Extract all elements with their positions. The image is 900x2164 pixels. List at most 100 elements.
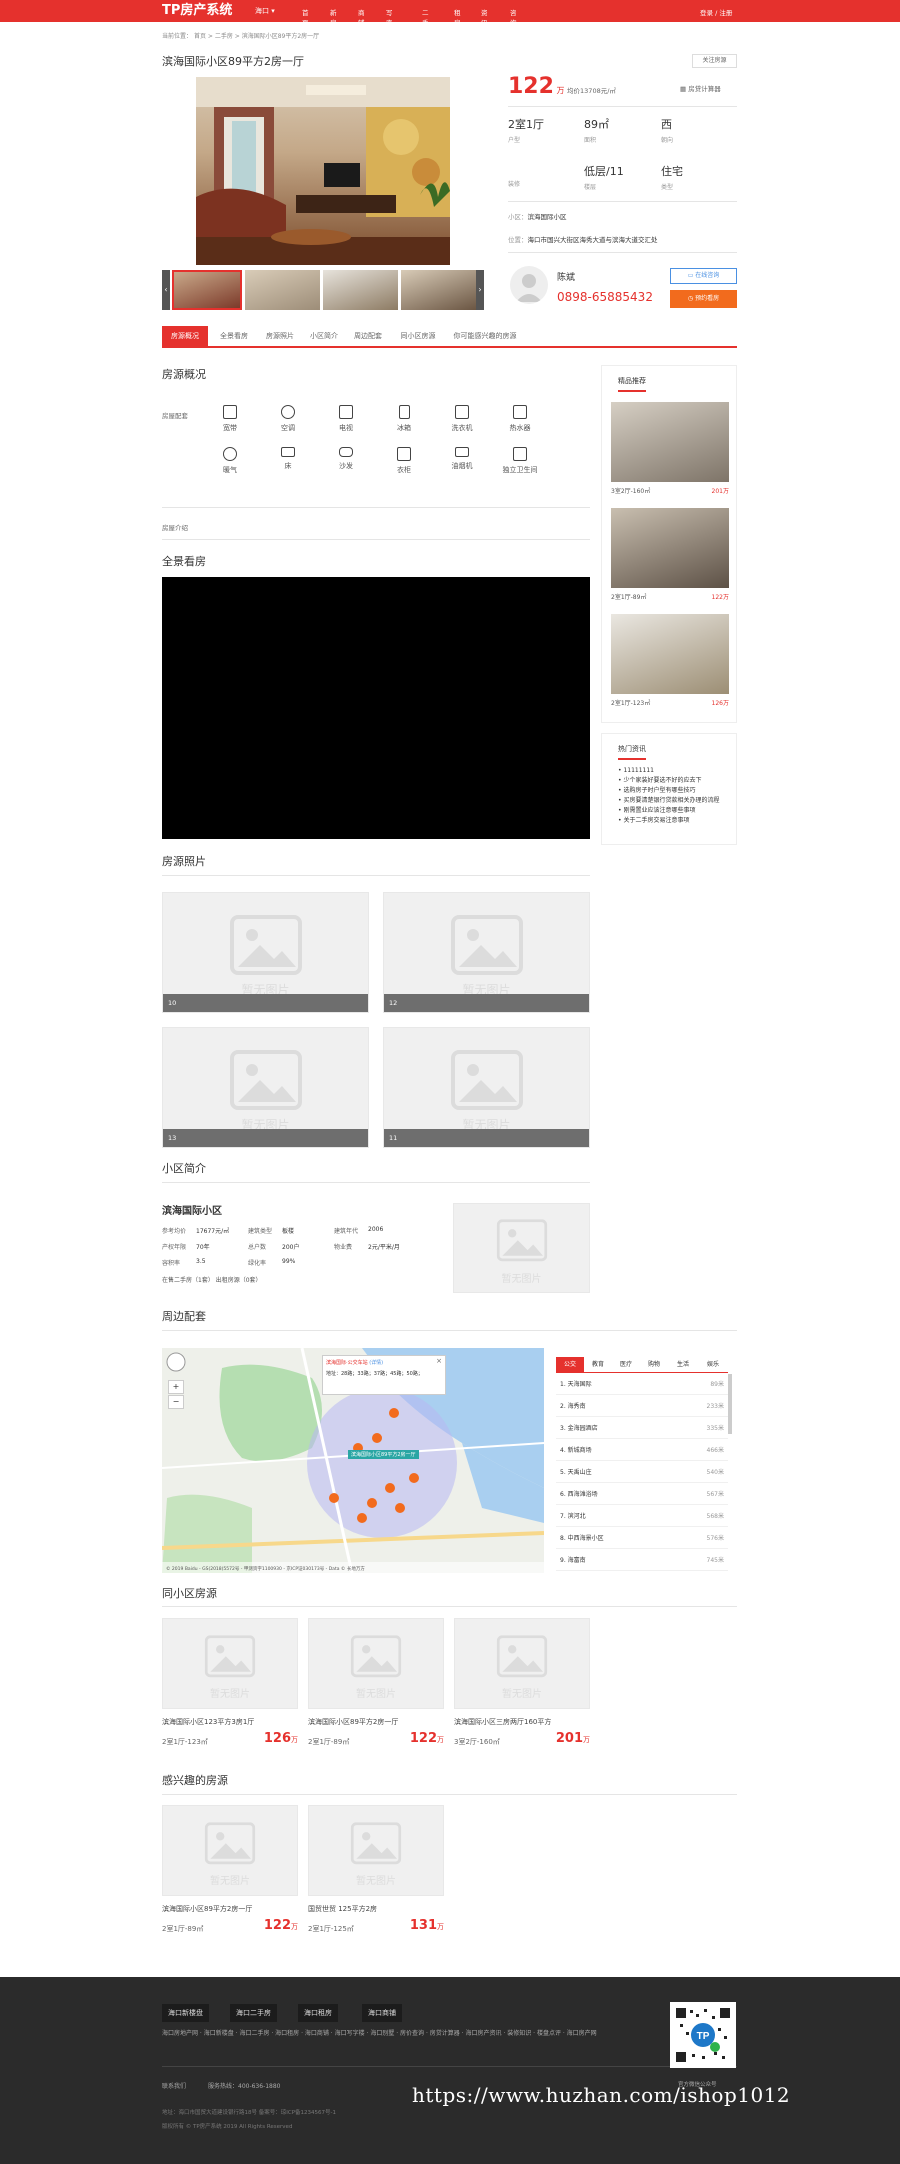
list-item[interactable]: 5. 天禹山庄 540米 [556,1462,728,1483]
recommend-item[interactable]: 3室2厅-160㎡ 201万 [611,402,729,498]
watermark-text: https://www.huzhan.com/ishop1012 [412,2083,791,2107]
map-popup-detail-link[interactable]: (详情) [369,1360,383,1366]
listing-sub: 2室1厅-123㎡ [162,1738,208,1746]
footer-tab-shop[interactable]: 海口商铺 [362,2004,402,2022]
map-tab-medical[interactable]: 医疗 [612,1357,640,1373]
footer-tab-second[interactable]: 海口二手房 [230,2004,277,2022]
listing-card[interactable]: 暂无图片 滨海国际小区123平方3房1厅 2室1厅-123㎡ 126万 [162,1618,298,1751]
thumb-prev-button[interactable]: ‹ [162,270,170,310]
login-link[interactable]: 登录 / 注册 [700,7,732,17]
nav-item-second[interactable]: 二手房 [422,7,429,37]
news-item[interactable]: • 选购房子时户型有哪些技巧 [618,786,734,796]
listing-photo: 暂无图片 [454,1618,590,1709]
tab-panorama[interactable]: 全景看房 [212,326,256,346]
nav-item-news[interactable]: 资讯 [481,7,488,27]
footer-tab-new[interactable]: 海口新楼盘 [162,2004,209,2022]
city-switcher[interactable]: 海口 ▾ [255,6,275,16]
news-item[interactable]: • 关于二手房交易注意事项 [618,816,734,826]
list-item[interactable]: 3. 金海园酒店 335米 [556,1418,728,1439]
map-zoom-in-button[interactable]: + [168,1380,184,1394]
tab-around[interactable]: 周边配套 [348,326,388,346]
photo-caption: 10 [163,994,368,1012]
breadcrumb-sep: > [207,33,213,40]
nav-item-shop[interactable]: 商铺 [358,7,365,27]
list-item[interactable]: 7. 滨河北 568米 [556,1506,728,1527]
attr-label: 面积 [584,137,597,144]
map-tab-edu[interactable]: 教育 [584,1357,612,1373]
listing-card[interactable]: 暂无图片 国贸世贸 125平方2房 2室1厅-125㎡ 131万 [308,1805,444,1938]
photo-card[interactable]: 暂无图片 11 [383,1027,590,1148]
news-item[interactable]: • 买房要清楚银行贷款相关办理的流程 [618,796,734,806]
community-photo: 暂无图片 [453,1203,590,1293]
map-tab-shopping[interactable]: 购物 [640,1357,668,1373]
breadcrumb: 当前位置： 首页 > 二手房 > 滨海国际小区89平方2房一厅 [162,31,319,40]
news-link: 11111111 [623,767,654,774]
thumbnail-3[interactable] [323,270,398,310]
recommend-item[interactable]: 2室1厅-123㎡ 126万 [611,614,729,710]
footer-tab-rent[interactable]: 海口租房 [298,2004,338,2022]
thumbnail-2[interactable] [245,270,320,310]
nav-item-office[interactable]: 写字楼 [386,7,393,37]
nav-item-new[interactable]: 新房 [330,7,337,27]
online-consult-button[interactable]: ▭ 在线咨询 [670,268,737,284]
listing-card[interactable]: 暂无图片 滨海国际小区89平方2房一厅 2室1厅-89㎡ 122万 [308,1618,444,1751]
map-tab-bus[interactable]: 公交 [556,1357,584,1373]
map-popup[interactable]: 滨海国际·公交车站 (详情) 地址：28路；33路；37路；45路；50路； × [322,1355,446,1395]
qr-code-icon: TP [674,2006,732,2064]
breadcrumb-home[interactable]: 首页 [194,33,206,40]
info-val: 2006 [368,1226,384,1233]
facility-label: 衣柜 [397,466,411,474]
list-item[interactable]: 4. 新城商场 466米 [556,1440,728,1461]
facility-fridge: 冰箱 [380,405,428,433]
footer-links[interactable]: 海口房地产网 · 海口新楼盘 · 海口二手房 · 海口租房 · 海口商铺 · 海… [162,2028,642,2039]
nav-item-rent[interactable]: 租房 [454,7,461,27]
facility-aircon: 空调 [264,405,312,433]
nav-item-consult[interactable]: 咨询 [510,7,517,27]
list-item[interactable]: 2. 海秀南 233米 [556,1396,728,1417]
close-icon[interactable]: × [436,1357,442,1365]
list-item[interactable]: 9. 海富南 745米 [556,1550,728,1571]
map-view[interactable]: 滨海国际·公交车站 (详情) 地址：28路；33路；37路；45路；50路； ×… [162,1348,544,1573]
community-link[interactable]: 滨海国际小区 [528,213,567,221]
site-logo[interactable]: TP房产系统 [162,3,232,19]
follow-button[interactable]: 关注房源 [692,54,737,68]
map-tab-life[interactable]: 生活 [668,1357,698,1373]
listing-card[interactable]: 暂无图片 滨海国际小区89平方2房一厅 2室1厅-89㎡ 122万 [162,1805,298,1938]
range-hood-icon [455,447,469,457]
thumb-next-button[interactable]: › [476,270,484,310]
placeholder-text: 暂无图片 [210,1689,250,1700]
news-item[interactable]: • 11111111 [618,766,734,776]
photo-card[interactable]: 暂无图片 12 [383,892,590,1013]
location-value: 海口市国兴大街区海秀大道与滨海大道交汇处 [527,236,658,244]
tab-interest[interactable]: 你可能感兴趣的房源 [448,326,522,346]
news-link: 刚需置业应该注意哪些事项 [623,807,696,814]
tab-community[interactable]: 小区简介 [304,326,344,346]
tab-overview[interactable]: 房源概况 [162,326,208,346]
poi-list-scrollbar[interactable] [728,1374,732,1434]
recommend-item[interactable]: 2室1厅-89㎡ 122万 [611,508,729,604]
mortgage-calculator-link[interactable]: ▦ 房贷计算器 [680,83,721,93]
panorama-viewer[interactable] [162,577,590,839]
list-item[interactable]: 8. 中西海景小区 576米 [556,1528,728,1549]
thumbnail-1[interactable] [172,270,242,310]
map-zoom-out-button[interactable]: − [168,1395,184,1409]
tab-same-community[interactable]: 同小区房源 [394,326,442,346]
poi-distance: 540米 [706,1469,724,1476]
agent-phone[interactable]: 0898-65885432 [557,290,653,304]
tab-photos[interactable]: 房源照片 [260,326,300,346]
list-item[interactable]: 1. 天海国际 89米 [556,1374,728,1395]
news-item[interactable]: • 刚需置业应该注意哪些事项 [618,806,734,816]
map-tab-fun[interactable]: 娱乐 [698,1357,728,1373]
list-item[interactable]: 6. 西海滩浴场 567米 [556,1484,728,1505]
book-viewing-button[interactable]: ◷ 预约看房 [670,290,737,308]
photo-card[interactable]: 暂无图片 13 [162,1027,369,1148]
photo-card[interactable]: 暂无图片 10 [162,892,369,1013]
thumbnail-4[interactable] [401,270,476,310]
breadcrumb-second[interactable]: 二手房 [215,33,233,40]
divider [162,1330,737,1331]
nav-item-home[interactable]: 首页 [302,7,309,27]
news-list: • 11111111 • 少个家装好要选不好的应去下 • 选购房子时户型有哪些技… [618,766,734,826]
news-item[interactable]: • 少个家装好要选不好的应去下 [618,776,734,786]
main-photo[interactable] [196,77,450,265]
listing-card[interactable]: 暂无图片 滨海国际小区三房两厅160平方 3室2厅-160㎡ 201万 [454,1618,590,1751]
